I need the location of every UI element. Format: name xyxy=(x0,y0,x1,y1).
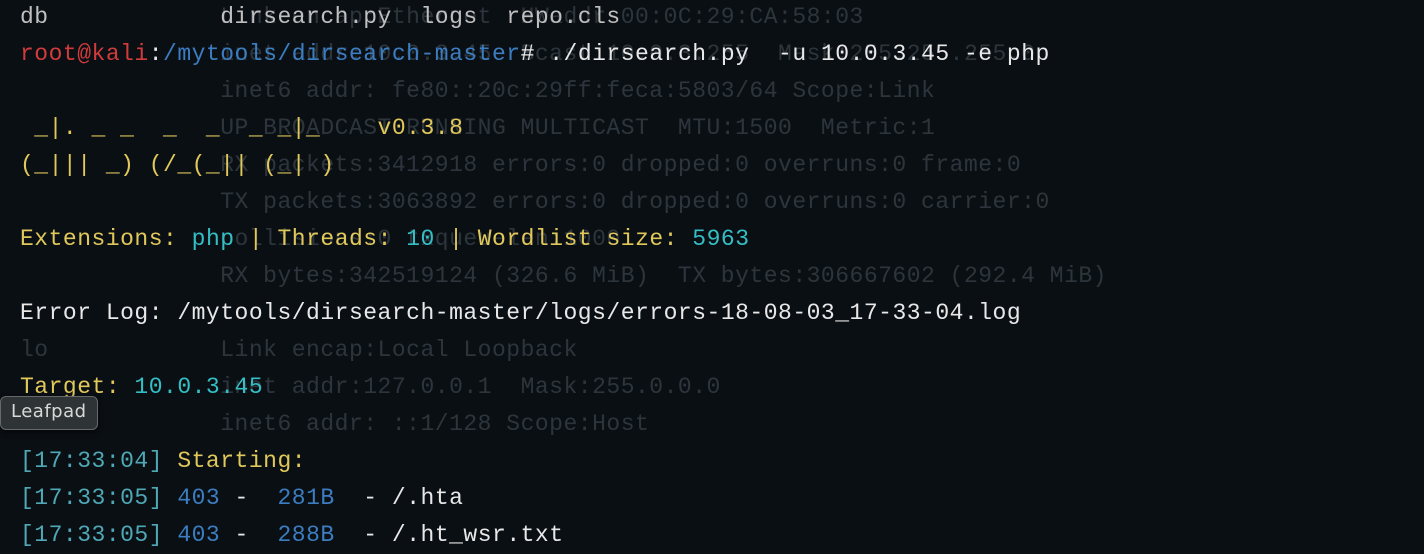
starting-label: Starting: xyxy=(177,448,306,474)
result-time: [17:33:05] xyxy=(20,485,177,511)
result-size: 281B xyxy=(277,485,334,511)
prev-output: db dirsearch.py logs repo.cls xyxy=(20,4,621,30)
sep: | xyxy=(435,226,478,252)
result-code: 403 xyxy=(177,485,220,511)
result-dash: - xyxy=(220,522,277,548)
extensions-value: php xyxy=(192,226,235,252)
result-dash: - xyxy=(220,485,277,511)
prompt-path: /mytools/dirsearch-master xyxy=(163,41,521,67)
errorlog-label: Error Log: xyxy=(20,300,177,326)
sep: | xyxy=(235,226,278,252)
command: ./dirsearch.py -u 10.0.3.45 -e php xyxy=(549,41,1050,67)
terminal-window[interactable]: Link encap:Ethernet HWaddr 00:0C:29:CA:5… xyxy=(0,0,1424,536)
prompt-user: root@kali xyxy=(20,41,149,67)
result-path: /.ht_wsr.txt xyxy=(392,522,564,548)
leafpad-tooltip: Leafpad xyxy=(0,396,98,430)
result-code: 403 xyxy=(177,522,220,548)
result-time: [17:33:05] xyxy=(20,522,177,548)
extensions-label: Extensions: xyxy=(20,226,192,252)
result-dash: - xyxy=(335,485,392,511)
wordlist-value: 5963 xyxy=(692,226,749,252)
banner-line-2: (_||| _) (/_(_|| (_| ) xyxy=(20,152,335,178)
result-path: /.hta xyxy=(392,485,464,511)
threads-value: 10 xyxy=(406,226,435,252)
result-dash: - xyxy=(335,522,392,548)
result-size: 288B xyxy=(277,522,334,548)
errorlog-path: /mytools/dirsearch-master/logs/errors-18… xyxy=(177,300,1021,326)
target-value: 10.0.3.45 xyxy=(134,374,263,400)
banner-line-1: _|. _ _ _ _ _ _|_ v0.3.8 xyxy=(20,115,463,141)
wordlist-label: Wordlist size: xyxy=(478,226,693,252)
prompt-sep: : xyxy=(149,41,163,67)
prompt-hash: # xyxy=(521,41,550,67)
threads-label: Threads: xyxy=(277,226,406,252)
starting-time: [17:33:04] xyxy=(20,448,177,474)
terminal-output: db dirsearch.py logs repo.cls root@kali:… xyxy=(20,0,1050,554)
